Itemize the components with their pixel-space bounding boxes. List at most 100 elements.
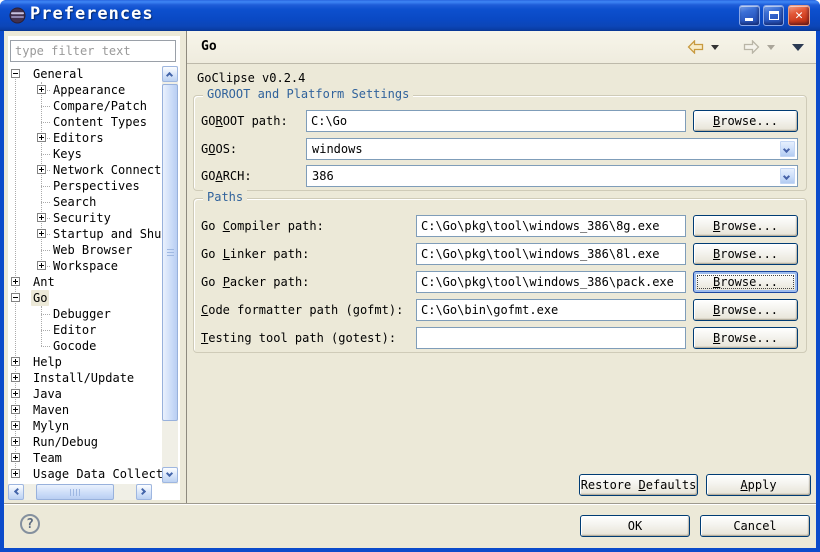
expand-icon[interactable] xyxy=(11,453,20,462)
tree-item-usage-data-collector[interactable]: Usage Data Collect xyxy=(8,466,162,482)
minimize-button[interactable] xyxy=(739,5,760,26)
tree-item-general[interactable]: General xyxy=(8,66,162,82)
tree-item-search[interactable]: Search xyxy=(8,194,162,210)
back-arrow-icon[interactable] xyxy=(687,40,704,54)
vertical-scroll-thumb[interactable] xyxy=(162,84,178,421)
tree-item-help[interactable]: Help xyxy=(8,354,162,370)
tree-item-keys[interactable]: Keys xyxy=(8,146,162,162)
expand-icon[interactable] xyxy=(11,421,20,430)
tree-item-editors[interactable]: Editors xyxy=(8,130,162,146)
testing-tool-browse-button[interactable]: Browse... xyxy=(693,327,798,349)
scroll-right-button[interactable] xyxy=(136,484,152,500)
arrow-down-icon xyxy=(166,470,173,477)
testing-tool-path-label: Testing tool path (gotest): xyxy=(201,327,396,349)
apply-button[interactable]: Apply xyxy=(706,474,811,496)
tree-item-editor[interactable]: Editor xyxy=(8,322,162,338)
tree-item-java[interactable]: Java xyxy=(8,386,162,402)
go-packer-browse-button[interactable]: Browse... xyxy=(693,271,798,293)
goos-combo-dropdown-button[interactable] xyxy=(779,140,796,158)
code-formatter-path-input[interactable] xyxy=(416,299,686,321)
expand-icon[interactable] xyxy=(11,277,20,286)
minimize-icon xyxy=(745,18,753,21)
goarch-combo-value: 386 xyxy=(312,168,334,185)
goarch-combo[interactable]: 386 xyxy=(306,165,798,187)
tree-item-workspace[interactable]: Workspace xyxy=(8,258,162,274)
expand-icon[interactable] xyxy=(37,213,46,222)
go-linker-path-input[interactable] xyxy=(416,243,686,265)
goroot-path-label: GOROOT path: xyxy=(201,110,288,132)
goroot-browse-button[interactable]: Browse... xyxy=(693,110,798,132)
page-title: Go xyxy=(201,39,217,54)
go-packer-path-label: Go Packer path: xyxy=(201,271,309,293)
preferences-tree-panel: General Appearance Compare/Patch Content… xyxy=(8,36,180,500)
tree-item-network-connections[interactable]: Network Connect xyxy=(8,162,162,178)
scroll-down-button[interactable] xyxy=(162,467,178,483)
expand-icon[interactable] xyxy=(11,469,20,478)
tree-item-gocode[interactable]: Gocode xyxy=(8,338,162,354)
expand-icon[interactable] xyxy=(11,405,20,414)
expand-icon[interactable] xyxy=(37,165,46,174)
expand-icon[interactable] xyxy=(37,261,46,270)
tree-item-maven[interactable]: Maven xyxy=(8,402,162,418)
arrow-up-icon xyxy=(166,72,173,79)
tree-item-compare-patch[interactable]: Compare/Patch xyxy=(8,98,162,114)
tree-item-install-update[interactable]: Install/Update xyxy=(8,370,162,386)
go-compiler-path-label: Go Compiler path: xyxy=(201,215,324,237)
collapse-icon[interactable] xyxy=(11,293,20,302)
horizontal-scroll-thumb[interactable] xyxy=(36,484,114,500)
goroot-path-input[interactable] xyxy=(306,110,686,132)
go-linker-browse-button[interactable]: Browse... xyxy=(693,243,798,265)
expand-icon[interactable] xyxy=(37,229,46,238)
group-title: GOROOT and Platform Settings xyxy=(203,87,413,101)
go-packer-path-input[interactable] xyxy=(416,271,686,293)
go-compiler-browse-button[interactable]: Browse... xyxy=(693,215,798,237)
collapse-icon[interactable] xyxy=(11,69,20,78)
tree-item-run-debug[interactable]: Run/Debug xyxy=(8,434,162,450)
expand-icon[interactable] xyxy=(11,357,20,366)
cancel-button[interactable]: Cancel xyxy=(700,515,810,537)
goos-combo-value: windows xyxy=(312,141,363,158)
arrow-right-icon xyxy=(139,488,146,495)
tree-item-team[interactable]: Team xyxy=(8,450,162,466)
code-formatter-browse-button[interactable]: Browse... xyxy=(693,299,798,321)
titlebar[interactable]: Preferences ✕ xyxy=(0,0,820,31)
tree-item-appearance[interactable]: Appearance xyxy=(8,82,162,98)
restore-defaults-button[interactable]: Restore Defaults xyxy=(579,474,698,496)
tree-item-ant[interactable]: Ant xyxy=(8,274,162,290)
tree-item-security[interactable]: Security xyxy=(8,210,162,226)
forward-arrow-icon xyxy=(743,40,760,54)
go-compiler-path-input[interactable] xyxy=(416,215,686,237)
eclipse-icon xyxy=(9,7,26,24)
tree-item-go[interactable]: Go xyxy=(8,290,162,306)
filter-input[interactable] xyxy=(10,40,176,62)
tree-item-mylyn[interactable]: Mylyn xyxy=(8,418,162,434)
view-menu-icon[interactable] xyxy=(792,44,804,51)
help-button[interactable]: ? xyxy=(20,514,40,534)
expand-icon[interactable] xyxy=(37,133,46,142)
expand-icon[interactable] xyxy=(11,437,20,446)
expand-icon[interactable] xyxy=(11,389,20,398)
goos-combo[interactable]: windows xyxy=(306,138,798,160)
tree-item-debugger[interactable]: Debugger xyxy=(8,306,162,322)
scroll-left-button[interactable] xyxy=(8,484,24,500)
ok-button[interactable]: OK xyxy=(580,515,690,537)
maximize-button[interactable] xyxy=(763,5,784,26)
arrow-left-icon xyxy=(14,488,21,495)
close-button[interactable]: ✕ xyxy=(788,5,810,26)
preferences-tree: General Appearance Compare/Patch Content… xyxy=(8,66,162,484)
back-history-caret-icon[interactable] xyxy=(711,45,719,50)
scroll-up-button[interactable] xyxy=(162,66,178,82)
close-icon: ✕ xyxy=(789,8,809,23)
version-label: GoClipse v0.2.4 xyxy=(197,71,305,85)
testing-tool-path-input[interactable] xyxy=(416,327,686,349)
goos-label: GOOS: xyxy=(201,138,237,160)
go-linker-path-label: Go Linker path: xyxy=(201,243,309,265)
expand-icon[interactable] xyxy=(11,373,20,382)
tree-item-web-browser[interactable]: Web Browser xyxy=(8,242,162,258)
expand-icon[interactable] xyxy=(37,85,46,94)
tree-item-perspectives[interactable]: Perspectives xyxy=(8,178,162,194)
chevron-down-icon xyxy=(783,146,790,153)
tree-item-content-types[interactable]: Content Types xyxy=(8,114,162,130)
tree-item-startup-and-shutdown[interactable]: Startup and Shu xyxy=(8,226,162,242)
goarch-combo-dropdown-button[interactable] xyxy=(779,167,796,185)
